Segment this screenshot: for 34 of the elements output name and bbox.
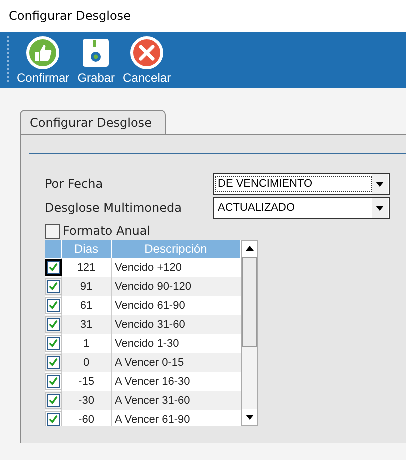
field-label: Desglose Multimoneda — [45, 201, 183, 215]
table-cell: -15 — [62, 372, 112, 391]
table-cell: 61 — [62, 296, 112, 315]
cancel-button[interactable]: Cancelar — [123, 36, 172, 85]
save-button[interactable]: Grabar — [78, 36, 116, 85]
checkbox-label: Formato Anual — [63, 224, 151, 238]
confirm-button[interactable]: Confirmar — [17, 36, 70, 85]
field-label: Por Fecha — [45, 177, 104, 191]
window-title: Configurar Desglose — [9, 9, 131, 23]
table-cell: Vencido 61-90 — [112, 296, 241, 315]
table-cell: -60 — [62, 410, 112, 426]
tab[interactable]: Configurar Desglose — [20, 110, 166, 134]
dropdown[interactable]: DE VENCIMIENTO — [213, 173, 390, 195]
checkbox[interactable] — [45, 224, 60, 238]
table-cell: 121 — [62, 258, 112, 277]
caret-icon — [372, 198, 388, 218]
table-cell: 31 — [62, 315, 112, 334]
table-cell: A Vencer 61-90 — [112, 410, 241, 426]
table-cell: 0 — [62, 353, 112, 372]
table-cell: Vencido 1-30 — [112, 334, 241, 353]
caret-icon — [372, 174, 388, 194]
table-cell: Vencido 31-60 — [112, 315, 241, 334]
dropdown[interactable]: ACTUALIZADO — [213, 197, 390, 219]
table-cell: Vencido +120 — [112, 258, 241, 277]
close-icon — [130, 36, 164, 70]
table-cell: 1 — [62, 334, 112, 353]
table-cell: 91 — [62, 277, 112, 296]
scrollbar[interactable] — [241, 240, 258, 426]
thumbs-up-icon — [26, 36, 60, 70]
table-cell: -30 — [62, 391, 112, 410]
table-cell: A Vencer 31-60 — [112, 391, 241, 410]
table-cell: A Vencer 16-30 — [112, 372, 241, 391]
table-cell: Vencido 90-120 — [112, 277, 241, 296]
table-cell: A Vencer 0-15 — [112, 353, 241, 372]
